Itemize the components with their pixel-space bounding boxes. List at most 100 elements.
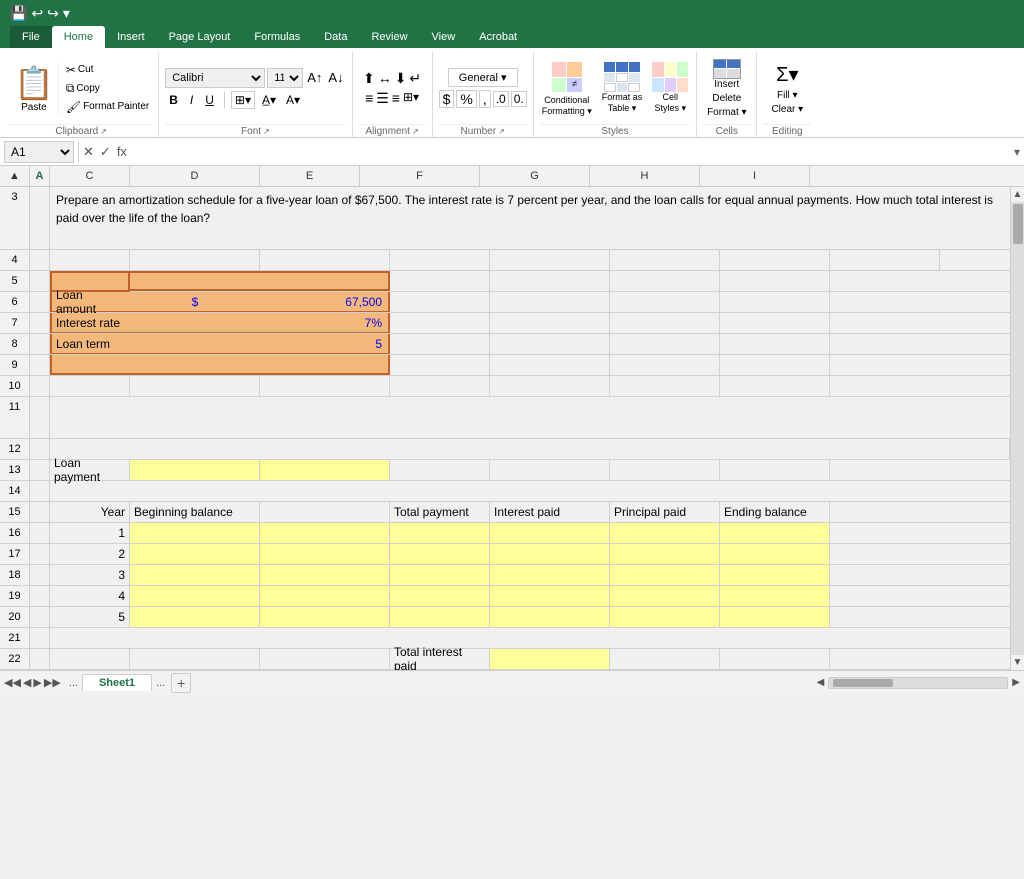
cell-6E[interactable]: [390, 292, 490, 312]
delete-cells-btn[interactable]: Delete: [712, 93, 741, 104]
cell-19H-yellow[interactable]: [720, 586, 830, 606]
cell-7A[interactable]: [30, 313, 50, 333]
cell-21-rest[interactable]: [50, 628, 1010, 648]
col-header-C[interactable]: C: [50, 166, 130, 186]
cell-20F-yellow[interactable]: [490, 607, 610, 627]
cell-19I[interactable]: [830, 586, 940, 606]
cell-5I[interactable]: [830, 271, 940, 291]
cell-4E[interactable]: [390, 250, 490, 270]
cell-16B-year[interactable]: 1: [50, 523, 130, 543]
cell-17I[interactable]: [830, 544, 940, 564]
cell-10D[interactable]: [260, 376, 390, 396]
scroll-down-arrow[interactable]: ▼: [1011, 655, 1024, 670]
tab-formulas[interactable]: Formulas: [242, 26, 312, 48]
cell-15F-int-paid-header[interactable]: Interest paid: [490, 502, 610, 522]
cell-20I[interactable]: [830, 607, 940, 627]
cell-13B-loan-payment-label[interactable]: Loan payment: [50, 460, 130, 480]
cell-17B-year[interactable]: 2: [50, 544, 130, 564]
copy-button[interactable]: ⧉ Copy: [63, 80, 152, 97]
cell-8C[interactable]: [130, 334, 260, 354]
cell-20C-yellow[interactable]: [130, 607, 260, 627]
cell-22I[interactable]: [830, 649, 940, 669]
italic-button[interactable]: I: [186, 92, 197, 108]
cell-10H[interactable]: [720, 376, 830, 396]
vertical-scrollbar[interactable]: ▲ ▼: [1010, 187, 1024, 670]
h-scroll-right-arrow[interactable]: ▶: [1012, 677, 1020, 688]
cell-7B-interest-label[interactable]: Interest rate: [50, 313, 130, 333]
cell-10C[interactable]: [130, 376, 260, 396]
tab-view[interactable]: View: [420, 26, 468, 48]
merge-center-btn[interactable]: ⊞▾: [403, 90, 419, 107]
font-expand-icon[interactable]: ↗: [263, 127, 270, 136]
cell-4B[interactable]: [50, 250, 130, 270]
cell-6B-loan-label[interactable]: Loan amount: [50, 292, 130, 312]
cell-20A[interactable]: [30, 607, 50, 627]
cell-19A[interactable]: [30, 586, 50, 606]
col-header-I[interactable]: I: [700, 166, 810, 186]
cell-4G[interactable]: [610, 250, 720, 270]
grid-scroll-area[interactable]: 3 Prepare an amortization schedule for a…: [0, 187, 1010, 670]
cell-18D-yellow[interactable]: [260, 565, 390, 585]
cell-15G-prin-paid-header[interactable]: Principal paid: [610, 502, 720, 522]
autosum-btn[interactable]: Σ▾: [776, 62, 798, 87]
cell-18C-yellow[interactable]: [130, 565, 260, 585]
align-top-btn[interactable]: ⬆: [363, 70, 375, 87]
h-scrollbar-thumb[interactable]: [833, 679, 893, 687]
cell-6A[interactable]: [30, 292, 50, 312]
col-header-D[interactable]: D: [130, 166, 260, 186]
cell-5C-orange[interactable]: [130, 271, 260, 291]
cell-15I[interactable]: [830, 502, 940, 522]
cell-13I[interactable]: [830, 460, 940, 480]
insert-cells-btn[interactable]: Insert: [713, 59, 741, 90]
cell-17A[interactable]: [30, 544, 50, 564]
cell-10E[interactable]: [390, 376, 490, 396]
cell-16A[interactable]: [30, 523, 50, 543]
cell-14B[interactable]: [50, 481, 1010, 501]
cell-7H[interactable]: [720, 313, 830, 333]
cell-13H[interactable]: [720, 460, 830, 480]
cell-12A[interactable]: [30, 439, 50, 459]
tab-last-btn[interactable]: ▶▶: [44, 676, 61, 689]
col-header-G[interactable]: G: [480, 166, 590, 186]
cell-20H-yellow[interactable]: [720, 607, 830, 627]
font-name-select[interactable]: Calibri: [165, 68, 265, 88]
cell-13A[interactable]: [30, 460, 50, 480]
cell-22D[interactable]: [260, 649, 390, 669]
tab-acrobat[interactable]: Acrobat: [467, 26, 529, 48]
undo-quick-btn[interactable]: ↩: [31, 5, 43, 22]
cell-12B[interactable]: [50, 439, 1010, 459]
fill-color-button[interactable]: A̲▾: [259, 92, 279, 108]
cell-6I[interactable]: [830, 292, 940, 312]
cell-22E-total-interest-label[interactable]: Total interest paid: [390, 649, 490, 669]
tab-home[interactable]: Home: [52, 26, 105, 48]
cell-18E-yellow[interactable]: [390, 565, 490, 585]
cell-9H[interactable]: [720, 355, 830, 375]
cell-9B-orange[interactable]: [50, 355, 130, 375]
tab-next-btn[interactable]: ▶: [33, 676, 41, 689]
cell-3A[interactable]: [30, 187, 50, 249]
number-format-select[interactable]: General ▾: [448, 68, 518, 87]
cell-6G[interactable]: [610, 292, 720, 312]
cell-16D-yellow[interactable]: [260, 523, 390, 543]
scroll-up-arrow[interactable]: ▲: [1011, 187, 1024, 202]
insert-function-icon[interactable]: fx: [117, 144, 127, 159]
clear-btn[interactable]: Clear ▾: [771, 104, 803, 115]
cell-15C-beg-bal-header[interactable]: Beginning balance: [130, 502, 260, 522]
cell-19C-yellow[interactable]: [130, 586, 260, 606]
align-bottom-btn[interactable]: ⬇: [395, 70, 407, 87]
cell-16F-yellow[interactable]: [490, 523, 610, 543]
cell-7G[interactable]: [610, 313, 720, 333]
cell-16H-yellow[interactable]: [720, 523, 830, 543]
cell-6D-value[interactable]: 67,500: [260, 292, 390, 312]
bold-button[interactable]: B: [165, 92, 182, 108]
cell-17E-yellow[interactable]: [390, 544, 490, 564]
cell-13D-yellow[interactable]: [260, 460, 390, 480]
formula-input[interactable]: [131, 143, 1010, 161]
cell-16G-yellow[interactable]: [610, 523, 720, 543]
tab-data[interactable]: Data: [312, 26, 359, 48]
percent-btn[interactable]: %: [456, 90, 476, 108]
cell-reference-box[interactable]: A1: [4, 141, 74, 163]
cell-20D-yellow[interactable]: [260, 607, 390, 627]
add-sheet-btn[interactable]: +: [171, 673, 191, 693]
cell-19D-yellow[interactable]: [260, 586, 390, 606]
